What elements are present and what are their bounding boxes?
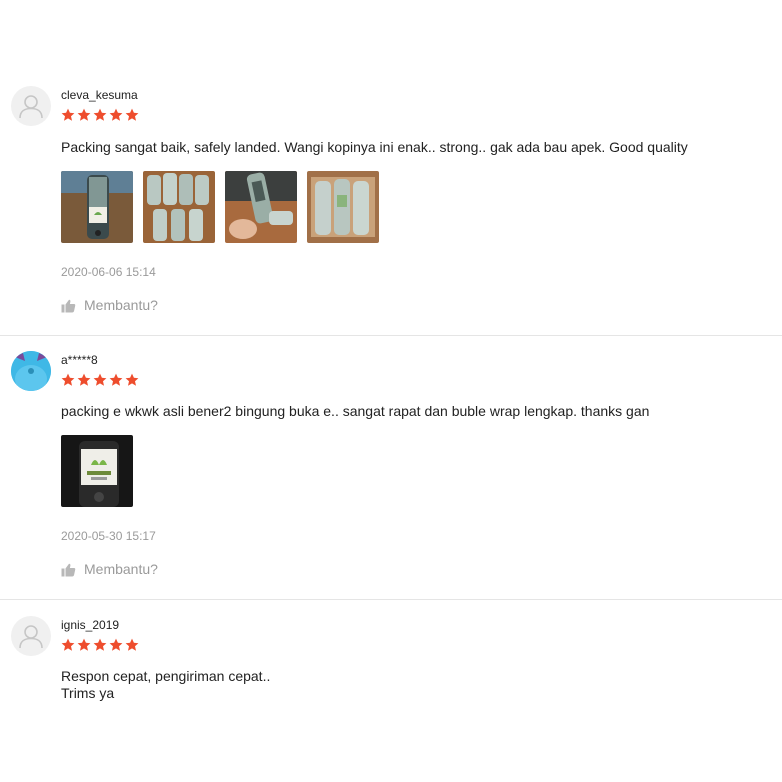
helpful-button[interactable]: Membantu? [61, 297, 158, 314]
custom-avatar-blue[interactable] [11, 351, 51, 391]
review-author[interactable]: a*****8 [61, 353, 98, 367]
review-item: ignis_2019 Respon cepat, pengiriman cepa… [0, 616, 782, 782]
star-icon [77, 373, 91, 386]
review-comment: packing e wkwk asli bener2 bingung buka … [61, 403, 650, 419]
default-user-icon[interactable] [11, 86, 51, 126]
review-photo[interactable] [307, 171, 379, 243]
star-icon [125, 638, 139, 651]
review-photo[interactable] [61, 435, 133, 507]
rating-stars [61, 638, 139, 652]
review-author[interactable]: cleva_kesuma [61, 88, 138, 102]
thumbs-up-icon [61, 299, 76, 312]
rating-stars [61, 108, 139, 122]
star-icon [93, 108, 107, 121]
review-images [61, 435, 133, 507]
star-icon [109, 108, 123, 121]
helpful-button[interactable]: Membantu? [61, 561, 158, 578]
star-icon [61, 638, 75, 651]
review-comment: Packing sangat baik, safely landed. Wang… [61, 139, 688, 155]
review-author[interactable]: ignis_2019 [61, 618, 119, 632]
review-images [61, 171, 379, 243]
review-photo[interactable] [225, 171, 297, 243]
star-icon [61, 108, 75, 121]
star-icon [93, 373, 107, 386]
review-photo[interactable] [143, 171, 215, 243]
star-icon [61, 373, 75, 386]
review-item: cleva_kesuma Packing sangat baik, safely… [0, 86, 782, 336]
star-icon [93, 638, 107, 651]
rating-stars [61, 373, 139, 387]
helpful-label: Membantu? [84, 561, 158, 577]
helpful-label: Membantu? [84, 297, 158, 313]
default-user-icon[interactable] [11, 616, 51, 656]
review-timestamp: 2020-06-06 15:14 [61, 265, 156, 279]
review-comment: Respon cepat, pengiriman cepat.. Trims y… [61, 668, 271, 701]
star-icon [109, 373, 123, 386]
star-icon [109, 638, 123, 651]
star-icon [77, 108, 91, 121]
star-icon [77, 638, 91, 651]
star-icon [125, 108, 139, 121]
star-icon [125, 373, 139, 386]
review-item: a*****8 packing e wkwk asli bener2 bingu… [0, 351, 782, 600]
review-timestamp: 2020-05-30 15:17 [61, 529, 156, 543]
thumbs-up-icon [61, 563, 76, 576]
review-photo[interactable] [61, 171, 133, 243]
